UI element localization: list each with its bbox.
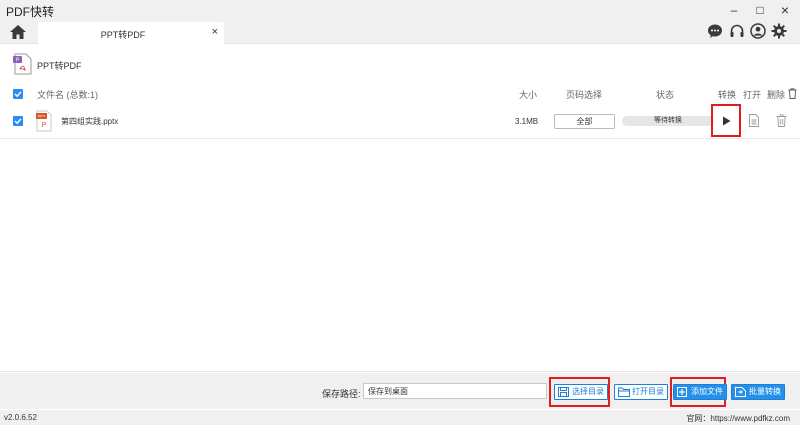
select-all-checkbox[interactable] [13,89,23,99]
open-file-icon[interactable] [749,114,759,129]
tab-label: PPT转PDF [100,30,146,40]
gear-icon[interactable] [771,23,787,39]
row-checkbox[interactable] [13,116,23,126]
title-bar: PDF快转 – □ × [0,0,800,20]
batch-convert-label: 批量转换 [749,387,781,396]
chat-icon[interactable] [707,23,723,39]
user-icon[interactable] [750,23,766,39]
minimize-button[interactable]: – [726,2,742,18]
column-page-range: 页码选择 [566,90,603,100]
status-bar: v2.0.6.52 官网：https://www.pdfkz.com [0,410,800,425]
table-row[interactable]: PPT P 第四组实践.pptx 3.1MB 全部 等待转换 [0,103,800,139]
bottom-bar: 保存路径: 选择目录 打开目录 添加文件 批量转换 [0,373,800,409]
choose-directory-label: 选择目录 [572,387,604,396]
column-filename: 文件名 (总数:1) [37,90,99,100]
table-header: 文件名 (总数:1) 大小 页码选择 状态 转换 打开 删除 [0,85,800,102]
tab-ppt-to-pdf[interactable]: PPT转PDF × [38,22,224,44]
file-size: 3.1MB [515,117,539,126]
save-path-label: 保存路径: [322,389,361,399]
page-title: PPT转PDF [37,61,82,71]
column-status: 状态 [656,90,675,100]
headset-icon[interactable] [729,23,745,39]
status-badge: 等待转换 [622,116,714,126]
column-size: 大小 [519,90,538,100]
open-directory-label: 打开目录 [632,387,664,396]
open-directory-button[interactable]: 打开目录 [614,384,668,400]
maximize-button[interactable]: □ [752,2,768,18]
page-range-button[interactable]: 全部 [554,114,615,129]
home-icon[interactable] [9,23,27,41]
close-window-button[interactable]: × [777,2,793,18]
tab-close-icon[interactable]: × [212,26,218,38]
save-path-input[interactable] [363,383,547,399]
play-icon[interactable] [722,116,731,128]
file-name: 第四组实践.pptx [61,117,119,126]
svg-text:P: P [42,122,47,129]
website-link[interactable]: 官网：https://www.pdfkz.com [686,413,790,424]
delete-all-icon[interactable] [788,88,797,101]
choose-directory-button[interactable]: 选择目录 [554,384,608,400]
column-delete: 删除 [767,90,786,100]
trash-icon[interactable] [776,114,787,129]
column-convert: 转换 [718,90,737,100]
app-title: PDF快转 [6,5,55,19]
add-file-label: 添加文件 [691,387,723,396]
column-open: 打开 [743,90,762,100]
svg-text:PPT: PPT [38,114,46,119]
pptx-file-icon: PPT P [36,110,52,132]
batch-convert-button[interactable]: 批量转换 [731,384,785,400]
add-file-button[interactable]: 添加文件 [673,384,727,400]
tab-bar: PPT转PDF × [0,20,800,44]
version-label: v2.0.6.52 [4,413,37,422]
ppt-pdf-icon: P [13,53,33,75]
